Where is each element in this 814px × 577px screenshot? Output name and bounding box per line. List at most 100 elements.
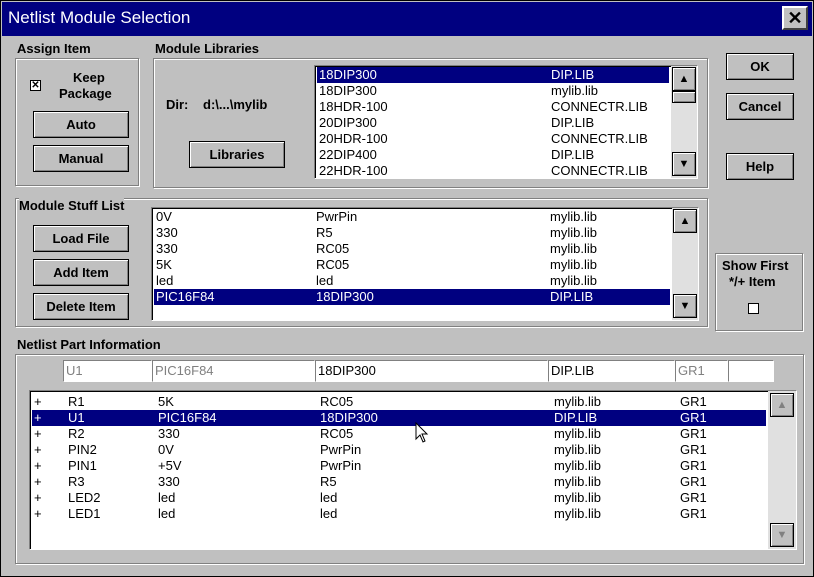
window-title: Netlist Module Selection (8, 8, 191, 27)
list-cell: + (34, 410, 42, 425)
list-item[interactable]: 18HDR-100 CONNECTR.LIB (317, 99, 669, 115)
list-item[interactable]: + R1 5K RC05 mylib.lib GR1 (32, 394, 766, 410)
show-first-label-line1: Show First (722, 258, 789, 273)
list-cell: PIN2 (68, 442, 97, 457)
list-cell: R5 (316, 225, 333, 240)
list-cell: + (34, 426, 42, 441)
list-cell: + (34, 442, 42, 457)
delete-item-button[interactable]: Delete Item (33, 293, 129, 320)
library-field[interactable]: DIP.LIB (548, 360, 675, 382)
scroll-down-button[interactable]: ▼ (672, 152, 696, 176)
title-bar: Netlist Module Selection ✕ (2, 2, 812, 36)
list-item[interactable]: 18DIP300 DIP.LIB (317, 67, 669, 83)
list-item[interactable]: + R3 330 R5 mylib.lib GR1 (32, 474, 766, 490)
keep-package-label-line1: Keep (73, 70, 105, 85)
list-item[interactable]: 20DIP300 DIP.LIB (317, 115, 669, 131)
list-cell: GR1 (680, 426, 707, 441)
cancel-button[interactable]: Cancel (726, 93, 794, 120)
list-item[interactable]: + PIN2 0V PwrPin mylib.lib GR1 (32, 442, 766, 458)
ok-button[interactable]: OK (726, 53, 794, 80)
dialog-window: Netlist Module Selection ✕ Assign Item ✕… (0, 0, 814, 577)
list-cell: led (158, 506, 176, 521)
list-item[interactable]: 20HDR-100 CONNECTR.LIB (317, 131, 669, 147)
close-button[interactable]: ✕ (782, 6, 808, 30)
dir-label: Dir: (166, 97, 189, 112)
list-cell: 18DIP300 (316, 289, 374, 304)
group-field[interactable]: GR1 (675, 360, 728, 382)
list-cell: PIN1 (68, 458, 97, 473)
list-cell: led (156, 273, 174, 288)
scroll-thumb[interactable] (672, 91, 696, 103)
libraries-button[interactable]: Libraries (189, 141, 285, 168)
show-first-checkbox[interactable] (748, 303, 759, 314)
list-item[interactable]: 22HDR-100 CONNECTR.LIB (317, 163, 669, 178)
list-item[interactable]: 330 R5 mylib.lib (154, 225, 670, 241)
module-library-list[interactable]: 18DIP300 DIP.LIB 18DIP300 mylib.lib 18HDR-10… (314, 65, 698, 179)
scroll-up-button[interactable]: ▲ (673, 209, 697, 233)
list-cell: 22HDR-100 (319, 163, 388, 178)
list-cell: led (158, 490, 176, 505)
scroll-down-button[interactable]: ▼ (770, 523, 794, 547)
list-cell: 330 (158, 474, 180, 489)
list-cell: mylib.lib (550, 209, 597, 224)
extra-field[interactable] (728, 360, 774, 382)
list-cell: DIP.LIB (551, 67, 595, 82)
list-cell: RC05 (316, 241, 350, 256)
auto-button[interactable]: Auto (33, 111, 129, 138)
help-button[interactable]: Help (726, 153, 794, 180)
module-stuff-list[interactable]: 0V PwrPin mylib.lib 330 R5 mylib.lib 330 RC05 my… (151, 207, 699, 321)
list-cell: DIP.LIB (554, 410, 598, 425)
netlist-part-label: Netlist Part Information (17, 337, 161, 352)
list-item[interactable]: 5K RC05 mylib.lib (154, 257, 670, 273)
keep-package-checkbox[interactable]: ✕ (30, 80, 41, 91)
list-cell: LED1 (68, 506, 101, 521)
list-item[interactable]: + U1 PIC16F84 18DIP300 DIP.LIB GR1 (32, 410, 766, 426)
list-cell: 0V (158, 442, 174, 457)
assign-item-label: Assign Item (17, 41, 91, 56)
list-item[interactable]: + PIN1 +5V PwrPin mylib.lib GR1 (32, 458, 766, 474)
list-cell: 330 (156, 241, 178, 256)
netlist-part-list[interactable]: + R1 5K RC05 mylib.lib GR1 + U1 PIC16F84 18DIP300… (29, 390, 797, 550)
list-item[interactable]: + R2 330 RC05 mylib.lib GR1 (32, 426, 766, 442)
list-cell: mylib.lib (554, 394, 601, 409)
keep-package-label-line2: Package (59, 86, 112, 101)
netlist-scrollbar[interactable]: ▲ ▼ (768, 391, 796, 549)
list-item[interactable]: + LED1 led led mylib.lib GR1 (32, 506, 766, 522)
list-cell: GR1 (680, 474, 707, 489)
module-field[interactable]: 18DIP300 (315, 360, 548, 382)
list-item[interactable]: led led mylib.lib (154, 273, 670, 289)
library-scrollbar[interactable]: ▲ ▼ (671, 66, 697, 178)
list-cell: GR1 (680, 506, 707, 521)
scroll-up-button[interactable]: ▲ (672, 67, 696, 91)
list-item[interactable]: + LED2 led led mylib.lib GR1 (32, 490, 766, 506)
list-item[interactable]: 22DIP400 DIP.LIB (317, 147, 669, 163)
list-cell: 20DIP300 (319, 115, 377, 130)
list-cell: GR1 (680, 442, 707, 457)
list-item[interactable]: 0V PwrPin mylib.lib (154, 209, 670, 225)
list-cell: mylib.lib (550, 257, 597, 272)
list-cell: mylib.lib (554, 474, 601, 489)
manual-button[interactable]: Manual (33, 145, 129, 172)
list-item[interactable]: PIC16F84 18DIP300 DIP.LIB (154, 289, 670, 305)
value-field[interactable]: PIC16F84 (152, 360, 315, 382)
list-cell: R5 (320, 474, 337, 489)
list-cell: 18DIP300 (319, 67, 377, 82)
list-item[interactable]: 18DIP300 mylib.lib (317, 83, 669, 99)
scroll-down-button[interactable]: ▼ (673, 294, 697, 318)
list-item[interactable]: 330 RC05 mylib.lib (154, 241, 670, 257)
list-cell: PwrPin (320, 458, 362, 473)
add-item-button[interactable]: Add Item (33, 259, 129, 286)
list-cell: R2 (68, 426, 85, 441)
list-cell: mylib.lib (550, 225, 597, 240)
list-cell: + (34, 506, 42, 521)
list-cell: led (320, 506, 338, 521)
ref-field[interactable]: U1 (63, 360, 152, 382)
list-cell: led (316, 273, 334, 288)
list-cell: mylib.lib (554, 426, 601, 441)
scroll-up-button[interactable]: ▲ (770, 393, 794, 417)
list-cell: + (34, 458, 42, 473)
list-cell: mylib.lib (550, 241, 597, 256)
list-cell: 22DIP400 (319, 147, 377, 162)
load-file-button[interactable]: Load File (33, 225, 129, 252)
stuff-scrollbar[interactable]: ▲ ▼ (672, 208, 698, 320)
